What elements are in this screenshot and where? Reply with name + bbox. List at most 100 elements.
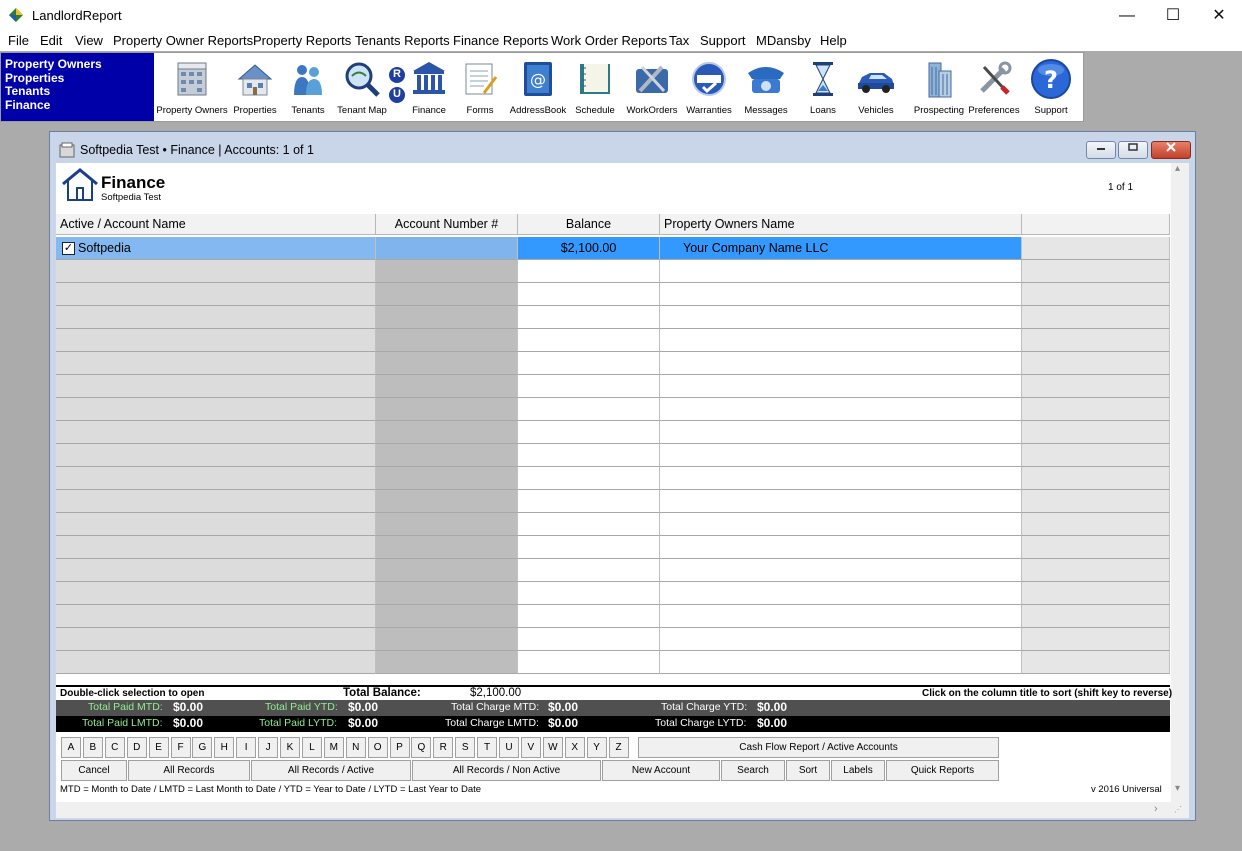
cell-balance[interactable]: [518, 536, 660, 559]
letter-filter-n-button[interactable]: N: [345, 737, 366, 758]
letter-filter-v-button[interactable]: V: [520, 737, 541, 758]
header-property-owners-name[interactable]: Property Owners Name: [660, 214, 1022, 235]
cell-blank[interactable]: [1022, 559, 1170, 582]
menu-tenants-reports[interactable]: Tenants Reports: [355, 33, 450, 48]
cell-balance[interactable]: [518, 306, 660, 329]
letter-filter-r-button[interactable]: R: [433, 737, 454, 758]
letter-filter-t-button[interactable]: T: [477, 737, 498, 758]
cell-balance[interactable]: [518, 605, 660, 628]
cell-blank[interactable]: [1022, 352, 1170, 375]
cell-owner-name[interactable]: [660, 605, 1022, 628]
toolbar-support[interactable]: ? Support: [1027, 55, 1075, 119]
child-maximize-button[interactable]: [1118, 141, 1148, 159]
cell-balance[interactable]: [518, 421, 660, 444]
cell-owner-name[interactable]: [660, 582, 1022, 605]
cell-account-number[interactable]: [376, 490, 518, 513]
letter-filter-b-button[interactable]: B: [82, 737, 103, 758]
cell-blank[interactable]: [1022, 467, 1170, 490]
header-balance[interactable]: Balance: [518, 214, 660, 235]
menu-edit[interactable]: Edit: [40, 33, 62, 48]
table-row[interactable]: [56, 582, 1170, 605]
menu-file[interactable]: File: [8, 33, 29, 48]
table-row[interactable]: [56, 306, 1170, 329]
menu-view[interactable]: View: [75, 33, 103, 48]
table-row[interactable]: [56, 444, 1170, 467]
cell-owner-name[interactable]: [660, 283, 1022, 306]
letter-filter-s-button[interactable]: S: [455, 737, 476, 758]
nav-properties[interactable]: Properties: [5, 71, 150, 86]
letter-filter-u-button[interactable]: U: [499, 737, 519, 758]
cell-balance[interactable]: [518, 628, 660, 651]
cell-owner-name[interactable]: [660, 398, 1022, 421]
cell-account-number[interactable]: [376, 306, 518, 329]
minimize-button[interactable]: —: [1104, 0, 1150, 31]
menu-help[interactable]: Help: [820, 33, 847, 48]
cell-blank[interactable]: [1022, 536, 1170, 559]
table-row[interactable]: [56, 260, 1170, 283]
maximize-button[interactable]: ☐: [1150, 0, 1196, 31]
cell-account-name[interactable]: [56, 536, 376, 559]
vertical-scrollbar[interactable]: ▴ ▾: [1171, 163, 1189, 802]
cell-blank[interactable]: [1022, 421, 1170, 444]
menu-work-order-reports[interactable]: Work Order Reports: [551, 33, 667, 48]
child-close-button[interactable]: [1151, 141, 1191, 159]
new-account-button[interactable]: New Account: [602, 760, 720, 781]
toolbar-tenants[interactable]: Tenants: [284, 55, 332, 119]
cell-account-name[interactable]: [56, 582, 376, 605]
child-minimize-button[interactable]: [1086, 141, 1116, 159]
cell-owner-name[interactable]: [660, 651, 1022, 674]
cell-balance[interactable]: [518, 559, 660, 582]
cell-account-name[interactable]: [56, 559, 376, 582]
toolbar-warranties[interactable]: Warranties: [684, 55, 734, 119]
nav-property-owners[interactable]: Property Owners: [5, 57, 150, 72]
cell-owner-name[interactable]: [660, 352, 1022, 375]
nav-tenants[interactable]: Tenants: [5, 84, 150, 99]
cell-balance[interactable]: [518, 490, 660, 513]
cell-account-name[interactable]: ✓ Softpedia: [56, 237, 376, 260]
letter-filter-j-button[interactable]: J: [258, 737, 279, 758]
all-records-button[interactable]: All Records: [128, 760, 250, 781]
cell-account-number[interactable]: [376, 375, 518, 398]
cell-account-name[interactable]: [56, 375, 376, 398]
cell-balance[interactable]: [518, 375, 660, 398]
cell-blank[interactable]: [1022, 605, 1170, 628]
cell-account-number[interactable]: [376, 467, 518, 490]
table-row[interactable]: [56, 467, 1170, 490]
menu-property-owner-reports[interactable]: Property Owner Reports: [113, 33, 253, 48]
cell-blank[interactable]: [1022, 651, 1170, 674]
cell-balance[interactable]: [518, 329, 660, 352]
cell-balance[interactable]: [518, 513, 660, 536]
menu-mdansby[interactable]: MDansby: [756, 33, 811, 48]
cell-account-name[interactable]: [56, 398, 376, 421]
scroll-up-icon[interactable]: ▴: [1175, 163, 1180, 174]
cell-account-number[interactable]: [376, 237, 518, 260]
cell-account-number[interactable]: [376, 398, 518, 421]
scroll-right-icon[interactable]: ›: [1154, 803, 1158, 815]
toolbar-prospecting[interactable]: Prospecting: [913, 55, 965, 119]
cell-balance[interactable]: [518, 352, 660, 375]
toolbar-addressbook[interactable]: @ AddressBook: [509, 55, 567, 119]
scroll-down-icon[interactable]: ▾: [1175, 783, 1180, 794]
all-records-active-button[interactable]: All Records / Active: [251, 760, 411, 781]
cell-blank[interactable]: [1022, 490, 1170, 513]
header-account-number[interactable]: Account Number #: [376, 214, 518, 235]
toolbar-workorders[interactable]: WorkOrders: [625, 55, 679, 119]
menu-tax[interactable]: Tax: [669, 33, 689, 48]
cell-account-name[interactable]: [56, 260, 376, 283]
table-row[interactable]: [56, 513, 1170, 536]
toolbar-preferences[interactable]: Preferences: [967, 55, 1021, 119]
table-row[interactable]: [56, 329, 1170, 352]
table-row[interactable]: [56, 536, 1170, 559]
cell-blank[interactable]: [1022, 513, 1170, 536]
table-row[interactable]: [56, 398, 1170, 421]
cell-blank[interactable]: [1022, 260, 1170, 283]
cell-balance[interactable]: [518, 651, 660, 674]
toolbar-schedule[interactable]: Schedule: [571, 55, 619, 119]
cell-blank[interactable]: [1022, 375, 1170, 398]
toolbar-loans[interactable]: Loans: [801, 55, 845, 119]
table-row[interactable]: [56, 605, 1170, 628]
cell-account-number[interactable]: [376, 421, 518, 444]
quick-reports-button[interactable]: Quick Reports: [886, 760, 999, 781]
cell-account-name[interactable]: [56, 444, 376, 467]
cell-account-name[interactable]: [56, 306, 376, 329]
